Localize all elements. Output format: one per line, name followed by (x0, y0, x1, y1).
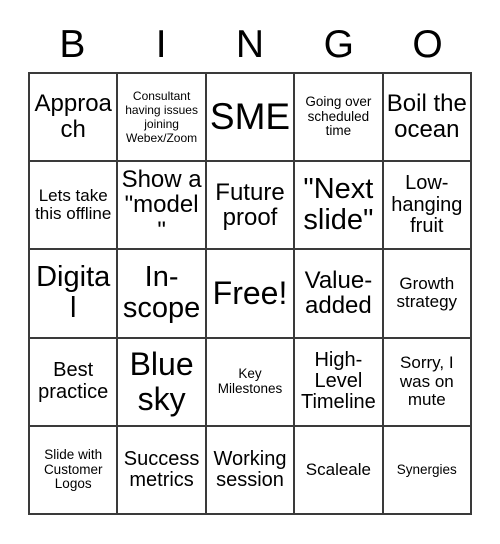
bingo-cell[interactable]: Best practice (30, 338, 119, 427)
bingo-cell[interactable]: Going over scheduled time (295, 74, 384, 163)
bingo-cell-label: High-Level Timeline (300, 348, 376, 414)
bingo-cell-label: Scaleale (305, 459, 371, 479)
bingo-cell[interactable]: Sorry, I was on mute (383, 338, 472, 427)
bingo-cell[interactable]: Free! (206, 250, 296, 339)
bingo-cell-label: "Next slide" (303, 173, 374, 237)
bingo-cell-label: Slide with Customer Logos (43, 447, 103, 492)
bingo-cell[interactable]: Digital (30, 250, 119, 339)
bingo-cell-label: Lets take this offline (35, 186, 112, 224)
bingo-cell-label: Key Milestones (217, 366, 283, 396)
bingo-cell[interactable]: Show a "model" (118, 162, 207, 251)
bingo-cell-label: Digital (36, 261, 111, 325)
bingo-header-letter-o: O (412, 22, 443, 66)
bingo-cell-label: Sorry, I was on mute (399, 353, 454, 409)
bingo-header-row: B I N G O (28, 18, 472, 70)
bingo-cell[interactable]: High-Level Timeline (295, 338, 384, 427)
bingo-cell-label: Show a "model" (121, 165, 202, 245)
bingo-cell[interactable]: Synergies (383, 426, 472, 515)
bingo-cell[interactable]: Lets take this offline (30, 162, 119, 251)
bingo-grid: Approach Consultant having issues joinin… (28, 72, 472, 515)
bingo-cell[interactable]: Slide with Customer Logos (30, 426, 119, 515)
bingo-header-letter-n: N (235, 22, 265, 66)
bingo-cell[interactable]: Blue sky (118, 338, 207, 427)
bingo-cell-label: Approach (34, 90, 112, 144)
bingo-cell-label: Future proof (215, 178, 285, 232)
bingo-cell-label: Working session (213, 447, 287, 491)
bingo-cell[interactable]: Low-hanging fruit (383, 162, 472, 251)
bingo-cell[interactable]: In-scope (118, 250, 207, 339)
bingo-cell[interactable]: Consultant having issues joining Webex/Z… (118, 74, 207, 163)
bingo-cell-label: Low-hanging fruit (391, 172, 463, 237)
bingo-cell-label: Blue sky (129, 346, 194, 417)
bingo-header-letter-b: B (59, 22, 86, 66)
bingo-cell[interactable]: Key Milestones (206, 338, 296, 427)
bingo-cell-label: Best practice (38, 359, 109, 403)
bingo-cell-label: Synergies (396, 461, 457, 477)
bingo-header-letter-i: I (155, 22, 167, 66)
bingo-cell-label: Consultant having issues joining Webex/Z… (125, 88, 198, 146)
bingo-header-letter-g: G (323, 22, 354, 66)
bingo-cell[interactable]: SME (206, 74, 296, 163)
bingo-cell-label: Success metrics (123, 447, 200, 491)
bingo-cell[interactable]: Future proof (206, 162, 296, 251)
bingo-cell[interactable]: Scaleale (295, 426, 384, 515)
bingo-cell-label: Going over scheduled time (305, 94, 372, 139)
bingo-cell[interactable]: Value-added (295, 250, 384, 339)
bingo-cell-label: In-scope (122, 261, 201, 325)
bingo-cell[interactable]: Growth strategy (383, 250, 472, 339)
bingo-cell[interactable]: "Next slide" (295, 162, 384, 251)
bingo-card: B I N G O Approach Consultant having iss… (0, 0, 500, 544)
bingo-cell[interactable]: Approach (30, 74, 119, 163)
bingo-cell[interactable]: Success metrics (118, 426, 207, 515)
bingo-cell[interactable]: Working session (206, 426, 296, 515)
bingo-cell-label: Free! (212, 275, 288, 312)
bingo-cell-label: SME (209, 96, 291, 138)
bingo-cell-label: Boil the ocean (386, 90, 467, 144)
bingo-cell-label: Growth strategy (396, 274, 458, 312)
bingo-cell-label: Value-added (304, 266, 373, 320)
bingo-cell[interactable]: Boil the ocean (383, 74, 472, 163)
